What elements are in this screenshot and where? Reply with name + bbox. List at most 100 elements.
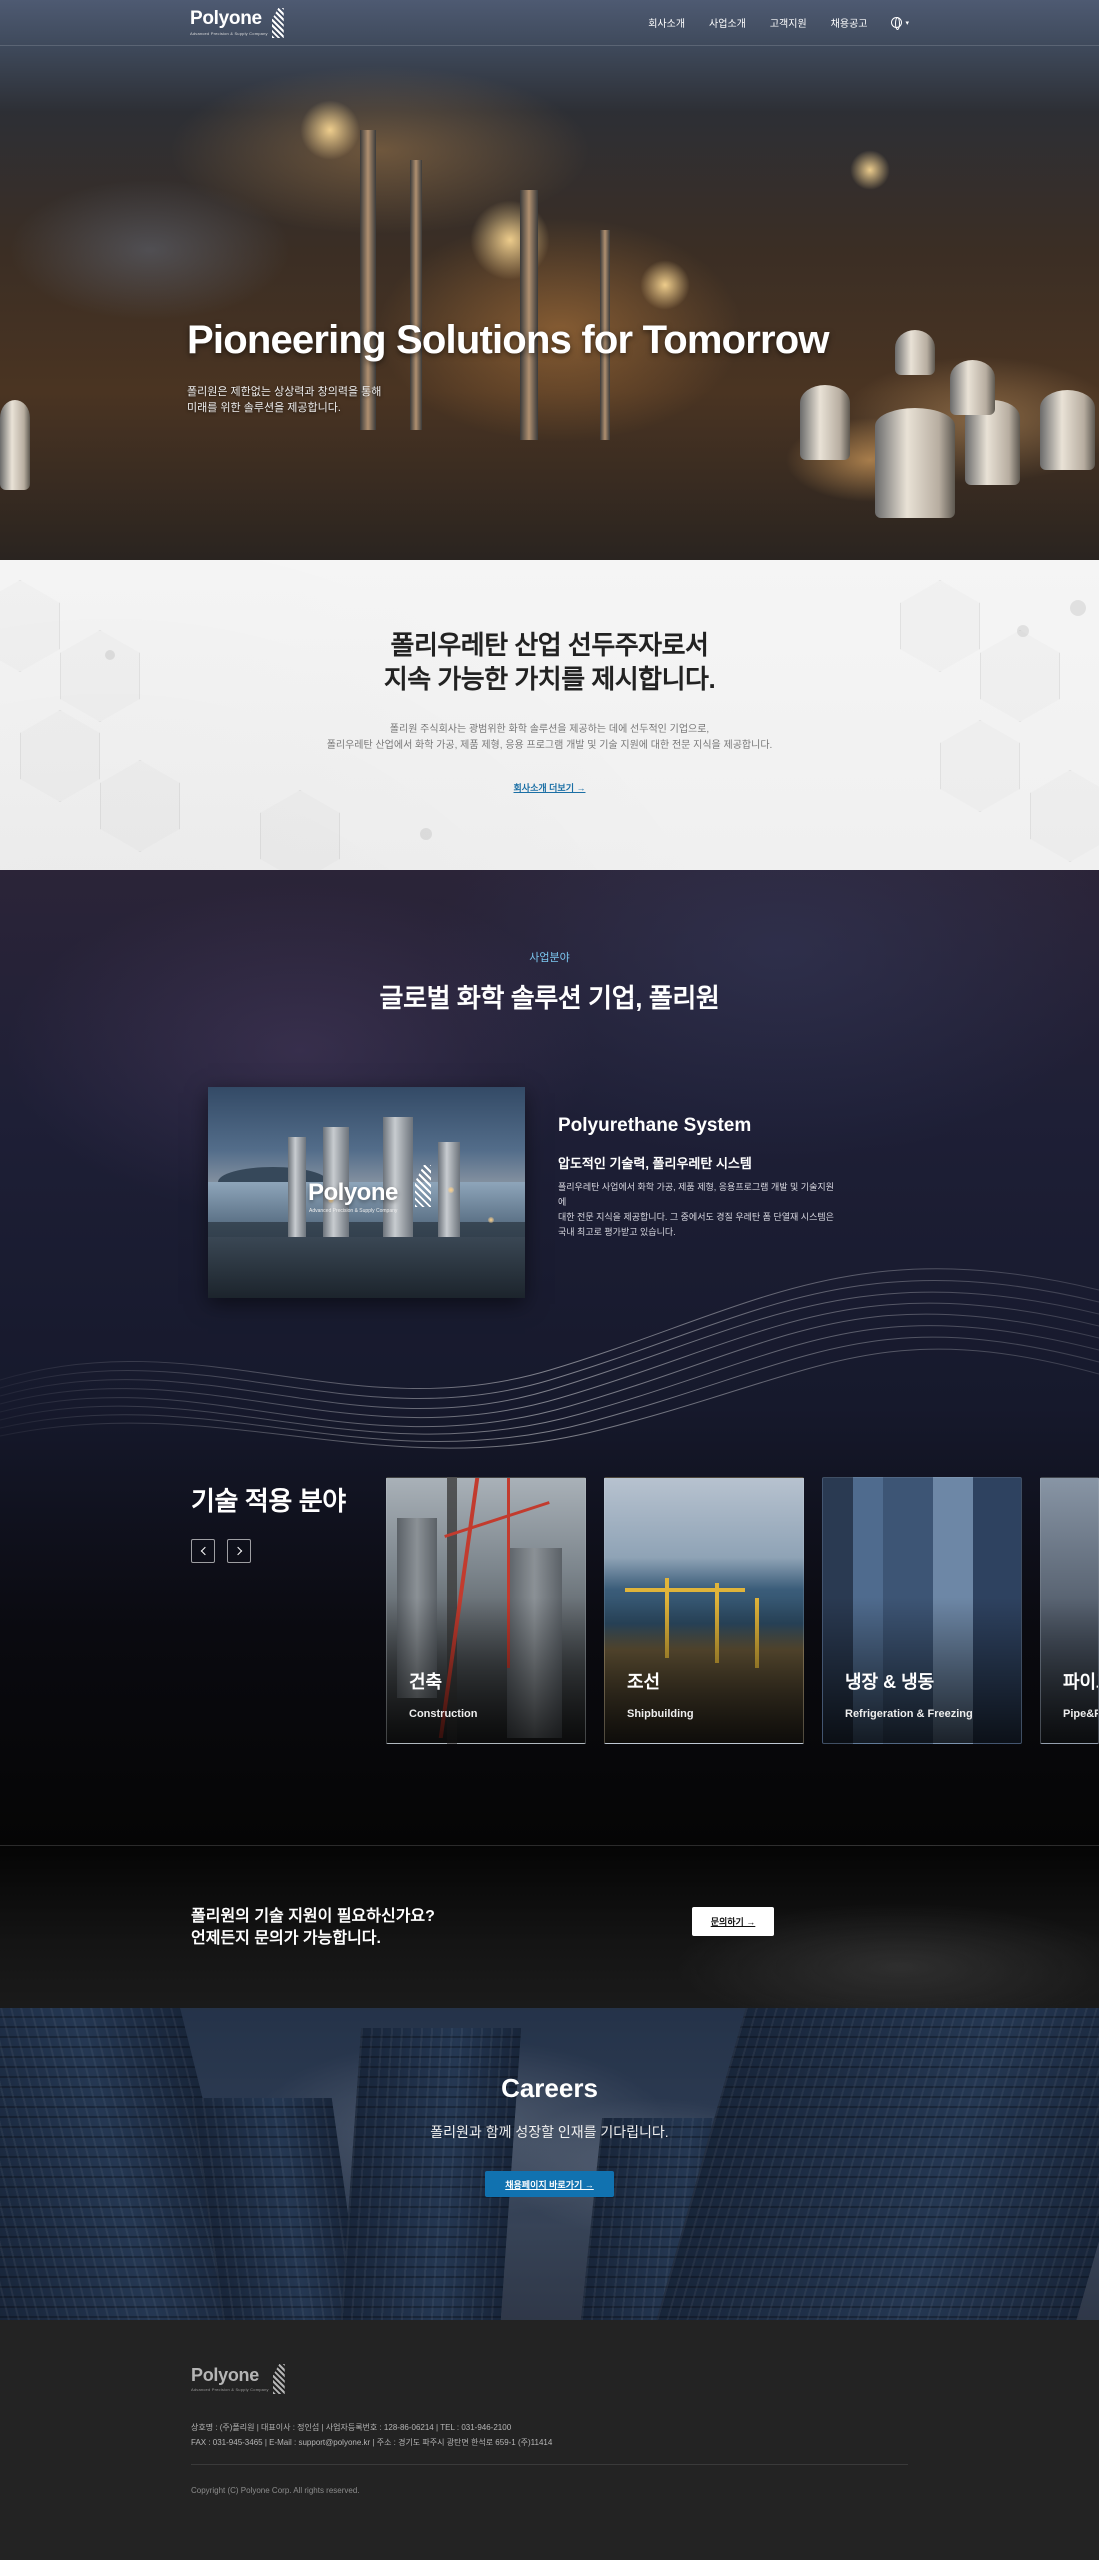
card-title: 건축 (409, 1672, 443, 1692)
footer-company-info: 상호명 : (주)폴리원 | 대표이사 : 정인섭 | 사업자등록번호 : 12… (191, 2423, 512, 2432)
card-subtitle: Construction (409, 1708, 478, 1720)
tech-title: 기술 적용 분야 (191, 1486, 346, 1516)
image-logo-mark-icon (415, 1165, 431, 1207)
card-shade (823, 1478, 1021, 1743)
card-shade (387, 1478, 585, 1743)
hero-light (470, 200, 550, 280)
language-selector[interactable]: ▾ (891, 17, 909, 30)
intro-description: 폴리원 주식회사는 광범위한 화학 솔루션을 제공하는 데에 선두적인 기업으로… (0, 722, 1099, 754)
hero-title: Pioneering Solutions for Tomorrow (187, 318, 830, 362)
hex-pattern (260, 790, 340, 870)
footer-logo[interactable]: Polyone Advanced Precision & Supply Comp… (191, 2364, 285, 2394)
pattern-dot (1070, 600, 1086, 616)
footer-contact-info: FAX : 031-945-3465 | E-Mail : support@po… (191, 2438, 553, 2447)
careers-page-button[interactable]: 채용페이지 바로가기 → (485, 2171, 614, 2197)
hero-tank (0, 400, 30, 490)
business-description: 폴리우레탄 사업에서 화학 가공, 제품 제형, 응용프로그램 개발 및 기술지… (558, 1180, 838, 1240)
globe-icon (891, 17, 903, 30)
main-nav: 회사소개 사업소개 고객지원 채용공고 ▾ (648, 15, 909, 30)
hero-tank (875, 408, 955, 518)
card-subtitle: Shipbuilding (627, 1708, 694, 1720)
company-more-link[interactable]: 회사소개 더보기 → (514, 783, 586, 793)
footer-divider (191, 2464, 908, 2465)
footer-logo-mark-icon (272, 2364, 285, 2394)
chevron-left-icon (200, 1546, 209, 1556)
header-logo[interactable]: Polyone Advanced Precision & Supply Comp… (190, 8, 284, 38)
intro-desc-line: 폴리원 주식회사는 광범위한 화학 솔루션을 제공하는 데에 선두적인 기업으로… (389, 724, 710, 735)
nav-item-business[interactable]: 사업소개 (709, 15, 746, 30)
business-subtitle: 압도적인 기술력, 폴리우레탄 시스템 (558, 1156, 752, 1171)
image-logo-tagline: Advanced Precision & Supply Company (309, 1208, 398, 1214)
footer-copyright: Copyright (C) Polyone Corp. All rights r… (191, 2486, 360, 2495)
polyurethane-image: Polyone Advanced Precision & Supply Comp… (208, 1087, 525, 1298)
business-label: 사업분야 (529, 952, 570, 964)
card-shade (605, 1478, 803, 1743)
tech-card-refrigeration[interactable]: 냉장 & 냉동 Refrigeration & Freezing (822, 1477, 1022, 1744)
careers-overlay (0, 2008, 1099, 2320)
particle-wave (0, 1268, 1099, 1449)
image-logo-text: Polyone (308, 1179, 398, 1206)
pattern-dot (420, 828, 432, 840)
hero-tower (410, 160, 422, 430)
image-light (448, 1187, 454, 1193)
hero-tank (895, 330, 935, 375)
hex-pattern (100, 760, 180, 852)
logo-mark-icon (271, 8, 284, 38)
slider-next-button[interactable] (227, 1539, 251, 1563)
contact-cta-section (0, 1845, 1099, 2008)
card-shade (1041, 1478, 1098, 1743)
business-name: Polyurethane System (558, 1115, 752, 1136)
hero-tank (950, 360, 995, 415)
tech-card-construction[interactable]: 건축 Construction (386, 1477, 586, 1744)
caret-down-icon: ▾ (905, 19, 909, 27)
careers-title: Careers (501, 2073, 598, 2103)
business-desc-line: 국내 최고로 평가받고 있습니다. (558, 1227, 676, 1237)
hero-tank (800, 385, 850, 460)
card-subtitle: Refrigeration & Freezing (845, 1708, 973, 1720)
hero-desc-line: 폴리원은 제한없는 상상력과 창의력을 통해 (187, 386, 382, 398)
tech-card-shipbuilding[interactable]: 조선 Shipbuilding (604, 1477, 804, 1744)
image-shed (208, 1237, 525, 1298)
intro-link-wrap: 회사소개 더보기 → (0, 778, 1099, 796)
contact-button[interactable]: 문의하기 → (692, 1907, 774, 1936)
cta-title-line: 언제든지 문의가 가능합니다. (191, 1930, 381, 1947)
nav-item-careers[interactable]: 채용공고 (831, 15, 868, 30)
logo-wordmark: Polyone Advanced Precision & Supply Comp… (190, 8, 268, 36)
image-plant (438, 1142, 460, 1247)
chevron-right-icon (233, 1546, 242, 1556)
nav-item-company[interactable]: 회사소개 (648, 15, 685, 30)
intro-title: 폴리우레탄 산업 선두주자로서 지속 가능한 가치를 제시합니다. (0, 628, 1099, 696)
site-header: Polyone Advanced Precision & Supply Comp… (0, 0, 1099, 46)
intro-desc-line: 폴리우레탄 산업에서 화학 가공, 제품 제형, 응용 프로그램 개발 및 기술… (326, 740, 773, 751)
hero-tank (1040, 390, 1095, 470)
careers-subtitle: 폴리원과 함께 성장할 인재를 기다립니다. (430, 2124, 669, 2140)
hero-section: Pioneering Solutions for Tomorrow 폴리원은 제… (0, 0, 1099, 560)
card-subtitle: Pipe&P (1063, 1708, 1099, 1720)
footer-logo-text: Polyone (191, 2365, 259, 2385)
image-light (488, 1217, 494, 1223)
intro-section (0, 560, 1099, 870)
slider-prev-button[interactable] (191, 1539, 215, 1563)
logo-text: Polyone (190, 8, 262, 29)
hero-light (640, 260, 690, 310)
footer-logo-tagline: Advanced Precision & Supply Company (191, 2387, 269, 2392)
cta-title: 폴리원의 기술 지원이 필요하신가요? 언제든지 문의가 가능합니다. (191, 1906, 435, 1950)
card-title: 조선 (627, 1672, 661, 1692)
hero-tower (520, 190, 538, 440)
hero-description: 폴리원은 제한없는 상상력과 창의력을 통해 미래를 위한 솔루션을 제공합니다… (187, 384, 407, 416)
hero-desc-line: 미래를 위한 솔루션을 제공합니다. (187, 402, 341, 414)
nav-item-support[interactable]: 고객지원 (770, 15, 807, 30)
cta-title-line: 폴리원의 기술 지원이 필요하신가요? (191, 1908, 435, 1925)
card-title: 파이프 (1063, 1672, 1098, 1692)
careers-section (0, 2008, 1099, 2320)
logo-tagline: Advanced Precision & Supply Company (190, 31, 268, 36)
image-plant (288, 1137, 306, 1247)
intro-title-line: 폴리우레탄 산업 선두주자로서 (390, 630, 709, 660)
business-title: 글로벌 화학 솔루션 기업, 폴리원 (379, 983, 720, 1013)
intro-title-line: 지속 가능한 가치를 제시합니다. (383, 664, 716, 694)
card-title: 냉장 & 냉동 (845, 1672, 935, 1692)
tech-card-pipe[interactable]: 파이프 Pipe&P (1040, 1477, 1099, 1744)
business-desc-line: 폴리우레탄 사업에서 화학 가공, 제품 제형, 응용프로그램 개발 및 기술지… (558, 1182, 834, 1207)
business-desc-line: 대한 전문 지식을 제공합니다. 그 중에서도 경질 우레탄 폼 단열재 시스템… (558, 1212, 834, 1222)
footer-logo-wordmark: Polyone Advanced Precision & Supply Comp… (191, 2364, 269, 2392)
